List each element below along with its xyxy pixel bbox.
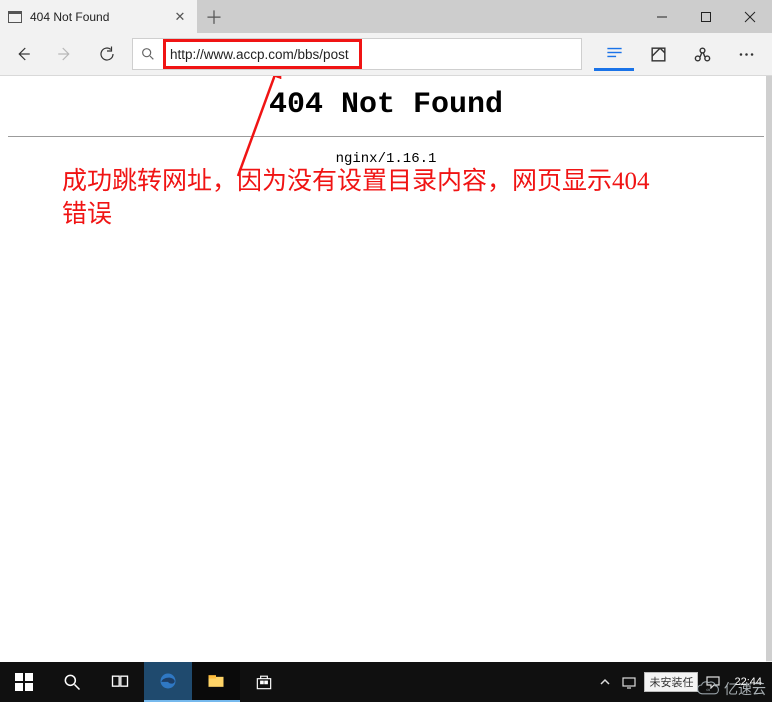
search-button[interactable]	[48, 662, 96, 702]
task-view-button[interactable]	[96, 662, 144, 702]
browser-titlebar: 404 Not Found ✕ ＋	[0, 0, 772, 33]
server-signature: nginx/1.16.1	[8, 151, 764, 167]
back-button[interactable]	[6, 37, 40, 71]
action-center-icon[interactable]	[704, 673, 722, 691]
titlebar-drag-region	[231, 0, 640, 33]
divider	[8, 136, 764, 137]
scrollbar-track[interactable]	[766, 76, 772, 662]
window-close-button[interactable]	[728, 0, 772, 33]
reading-view-button[interactable]	[594, 37, 634, 71]
share-button[interactable]	[682, 37, 722, 71]
taskbar-clock[interactable]: 22:44	[728, 676, 768, 688]
scrollbar-thumb[interactable]	[766, 76, 772, 661]
browser-toolbar: http://www.accp.com/bbs/post	[0, 33, 772, 76]
browser-tab[interactable]: 404 Not Found ✕	[0, 0, 197, 33]
network-icon[interactable]	[620, 673, 638, 691]
taskbar-app-edge[interactable]	[144, 662, 192, 702]
new-tab-button[interactable]: ＋	[197, 0, 231, 33]
address-bar[interactable]: http://www.accp.com/bbs/post	[132, 38, 582, 70]
error-heading: 404 Not Found	[8, 88, 764, 122]
address-url-highlighted[interactable]: http://www.accp.com/bbs/post	[163, 39, 362, 69]
toolbar-actions	[590, 37, 766, 71]
tab-close-button[interactable]: ✕	[171, 9, 189, 25]
more-button[interactable]	[726, 37, 766, 71]
address-url-text: http://www.accp.com/bbs/post	[170, 47, 349, 62]
window-maximize-button[interactable]	[684, 0, 728, 33]
start-button[interactable]	[0, 662, 48, 702]
ime-status[interactable]: 未安装任	[644, 672, 698, 692]
annotation-text: 成功跳转网址，因为没有设置目录内容，网页显示404错误	[62, 166, 672, 231]
web-note-button[interactable]	[638, 37, 678, 71]
windows-taskbar: 未安装任 22:44 ∞ 亿速云	[0, 662, 772, 702]
tray-expand-icon[interactable]	[596, 673, 614, 691]
page-icon	[8, 11, 22, 23]
refresh-button[interactable]	[90, 37, 124, 71]
tab-title: 404 Not Found	[30, 10, 163, 24]
page-viewport: 404 Not Found nginx/1.16.1 成功跳转网址，因为没有设置…	[0, 76, 772, 662]
window-minimize-button[interactable]	[640, 0, 684, 33]
taskbar-app-store[interactable]	[240, 662, 288, 702]
taskbar-app-explorer[interactable]	[192, 662, 240, 702]
system-tray: 未安装任 22:44	[596, 662, 772, 702]
search-icon	[133, 46, 163, 62]
forward-button[interactable]	[48, 37, 82, 71]
